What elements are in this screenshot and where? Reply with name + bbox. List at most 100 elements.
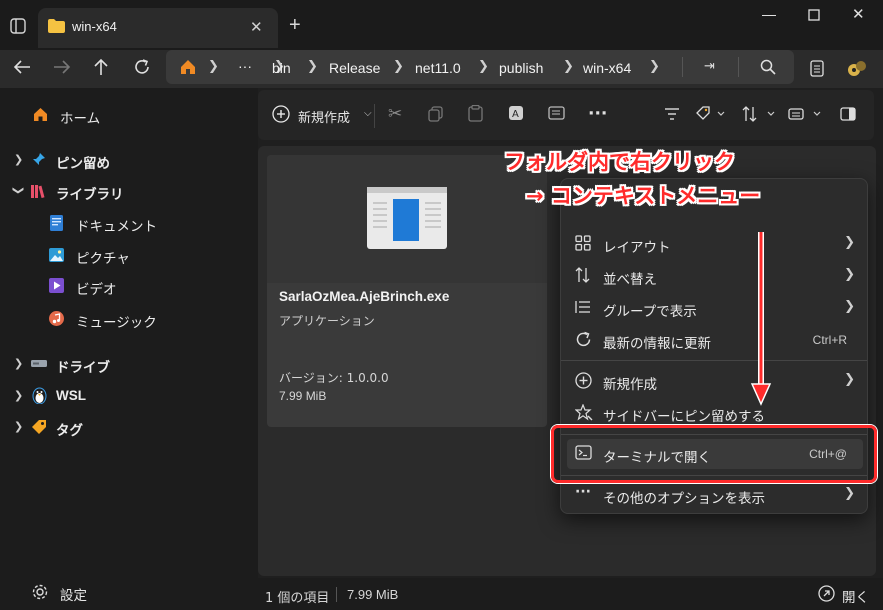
annotation-title: フォルダ内で右クリック [504, 150, 735, 174]
pin-icon [32, 152, 46, 166]
address-bar[interactable]: ❯ ··· ❯ bin ❯ Release ❯ net11.0 ❯ publis… [166, 50, 794, 84]
document-icon [50, 215, 63, 231]
settings-label[interactable]: 設定 [60, 584, 87, 604]
view-layout-icon[interactable] [788, 105, 824, 123]
forward-button[interactable] [52, 58, 72, 76]
sort-icon [575, 267, 593, 285]
home-icon[interactable] [180, 59, 196, 75]
annotation-highlight-box [551, 425, 877, 483]
menu-item-pin-sidebar[interactable]: サイドバーにピン留めする [567, 398, 863, 428]
sidebar-item-drives[interactable]: ❯ ドライブ [0, 350, 256, 378]
back-button[interactable] [12, 58, 32, 76]
breadcrumb-win-x64[interactable]: win-x64 [583, 60, 631, 76]
group-list-icon [575, 299, 593, 317]
add-circle-icon [575, 372, 593, 390]
menu-label: 並べ替え [603, 272, 657, 287]
expand-path-icon[interactable]: ⇥ [704, 59, 715, 74]
add-circle-icon [272, 105, 290, 123]
menu-shortcut: Ctrl+R [812, 333, 847, 347]
sidebar-item-library[interactable]: ❯ ライブラリ [0, 177, 256, 205]
tab-title: win-x64 [72, 19, 117, 34]
new-tab-button[interactable]: + [289, 14, 301, 37]
open-button[interactable]: 開く [818, 584, 870, 606]
maximize-button[interactable] [808, 9, 820, 21]
sidebar-item-documents[interactable]: ドキュメント [0, 209, 256, 237]
menu-item-group[interactable]: グループで表示 ❯ [567, 293, 863, 323]
menu-label: レイアウト [603, 240, 671, 255]
chevron-down-icon[interactable]: ❯ [12, 186, 25, 195]
minimize-button[interactable] [762, 15, 776, 16]
breadcrumb-net11[interactable]: net11.0 [415, 60, 461, 76]
chevron-right-icon[interactable]: ❯ [14, 420, 23, 433]
sidebar-item-pictures[interactable]: ピクチャ [0, 241, 256, 269]
paste-icon[interactable] [468, 105, 483, 122]
breadcrumb-more[interactable]: ··· [238, 58, 252, 74]
chevron-right-icon: ❯ [844, 299, 855, 314]
file-card[interactable]: SarlaOzMea.AjeBrinch.exe アプリケーション バージョン:… [267, 155, 547, 427]
file-size: 7.99 MiB [279, 389, 327, 403]
new-button-label: 新規作成 [298, 110, 351, 125]
star-pin-icon [575, 404, 593, 422]
refresh-icon [575, 331, 593, 349]
more-options-icon[interactable]: ··· [588, 104, 607, 124]
drive-icon [31, 360, 47, 368]
home-icon [33, 107, 48, 122]
copy-icon[interactable] [428, 106, 444, 122]
grid-icon [575, 235, 593, 253]
sidebar-label: ビデオ [76, 282, 117, 297]
extension-icon[interactable] [847, 58, 867, 78]
details-pane-icon[interactable] [840, 107, 856, 121]
sort-icon[interactable] [742, 105, 776, 123]
breadcrumb-publish[interactable]: publish [499, 60, 543, 76]
exe-app-icon [367, 187, 447, 249]
share-icon[interactable] [548, 105, 565, 121]
up-button[interactable] [92, 57, 110, 77]
chevron-right-icon[interactable]: ❯ [14, 357, 23, 370]
menu-item-layout[interactable]: レイアウト ❯ [567, 229, 863, 259]
tab-win-x64[interactable]: win-x64 ✕ [38, 8, 278, 48]
menu-label: 最新の情報に更新 [603, 336, 711, 351]
cut-icon[interactable]: ✂ [388, 104, 402, 124]
svg-text:A: A [512, 109, 519, 120]
menu-item-sort[interactable]: 並べ替え ❯ [567, 261, 863, 291]
filter-icon[interactable] [664, 108, 680, 120]
window-close-button[interactable]: ✕ [852, 5, 865, 23]
chevron-right-icon: ❯ [844, 235, 855, 250]
sidebar-item-videos[interactable]: ビデオ [0, 272, 256, 300]
refresh-button[interactable] [133, 58, 151, 76]
sidebar-label: ライブラリ [56, 187, 124, 202]
menu-item-refresh[interactable]: 最新の情報に更新 Ctrl+R [567, 325, 863, 355]
sidebar-label: ドライブ [56, 360, 110, 375]
sidebar-item-tags[interactable]: ❯ タグ [0, 413, 256, 441]
tab-list-icon[interactable] [10, 18, 26, 34]
selection-size: 7.99 MiB [347, 587, 399, 602]
menu-label: 新規作成 [603, 377, 657, 392]
sidebar-item-home[interactable]: ホーム [0, 101, 256, 129]
divider [336, 587, 337, 602]
breadcrumb-release[interactable]: Release [329, 60, 380, 76]
menu-item-more-options[interactable]: ··· その他のオプションを表示 ❯ [567, 480, 863, 510]
chevron-right-icon: ❯ [649, 59, 660, 74]
chevron-right-icon[interactable]: ❯ [14, 153, 23, 166]
settings-icon[interactable] [32, 584, 48, 600]
sidebar-label: WSL [56, 388, 86, 403]
more-options-icon: ··· [575, 484, 591, 500]
notepad-icon[interactable] [810, 59, 824, 77]
breadcrumb-bin[interactable]: bin [272, 60, 291, 76]
tag-filter-icon[interactable] [696, 105, 726, 123]
menu-label: その他のオプションを表示 [603, 491, 765, 506]
divider [738, 57, 739, 77]
sidebar-item-wsl[interactable]: ❯ WSL [0, 382, 256, 410]
new-button[interactable]: 新規作成 ⌵ [272, 104, 376, 128]
chevron-right-icon: ❯ [844, 486, 855, 501]
sidebar-item-pinned[interactable]: ❯ ピン留め [0, 146, 256, 174]
sidebar-label: タグ [56, 423, 83, 438]
tab-close-icon[interactable]: ✕ [250, 18, 263, 36]
chevron-right-icon[interactable]: ❯ [14, 389, 23, 402]
rename-icon[interactable]: A [508, 105, 524, 121]
sidebar-label: ピクチャ [76, 251, 130, 266]
menu-item-new[interactable]: 新規作成 ❯ [567, 366, 863, 396]
sidebar-item-music[interactable]: ミュージック [0, 305, 256, 333]
search-icon[interactable] [760, 59, 776, 75]
tag-icon [31, 419, 47, 435]
